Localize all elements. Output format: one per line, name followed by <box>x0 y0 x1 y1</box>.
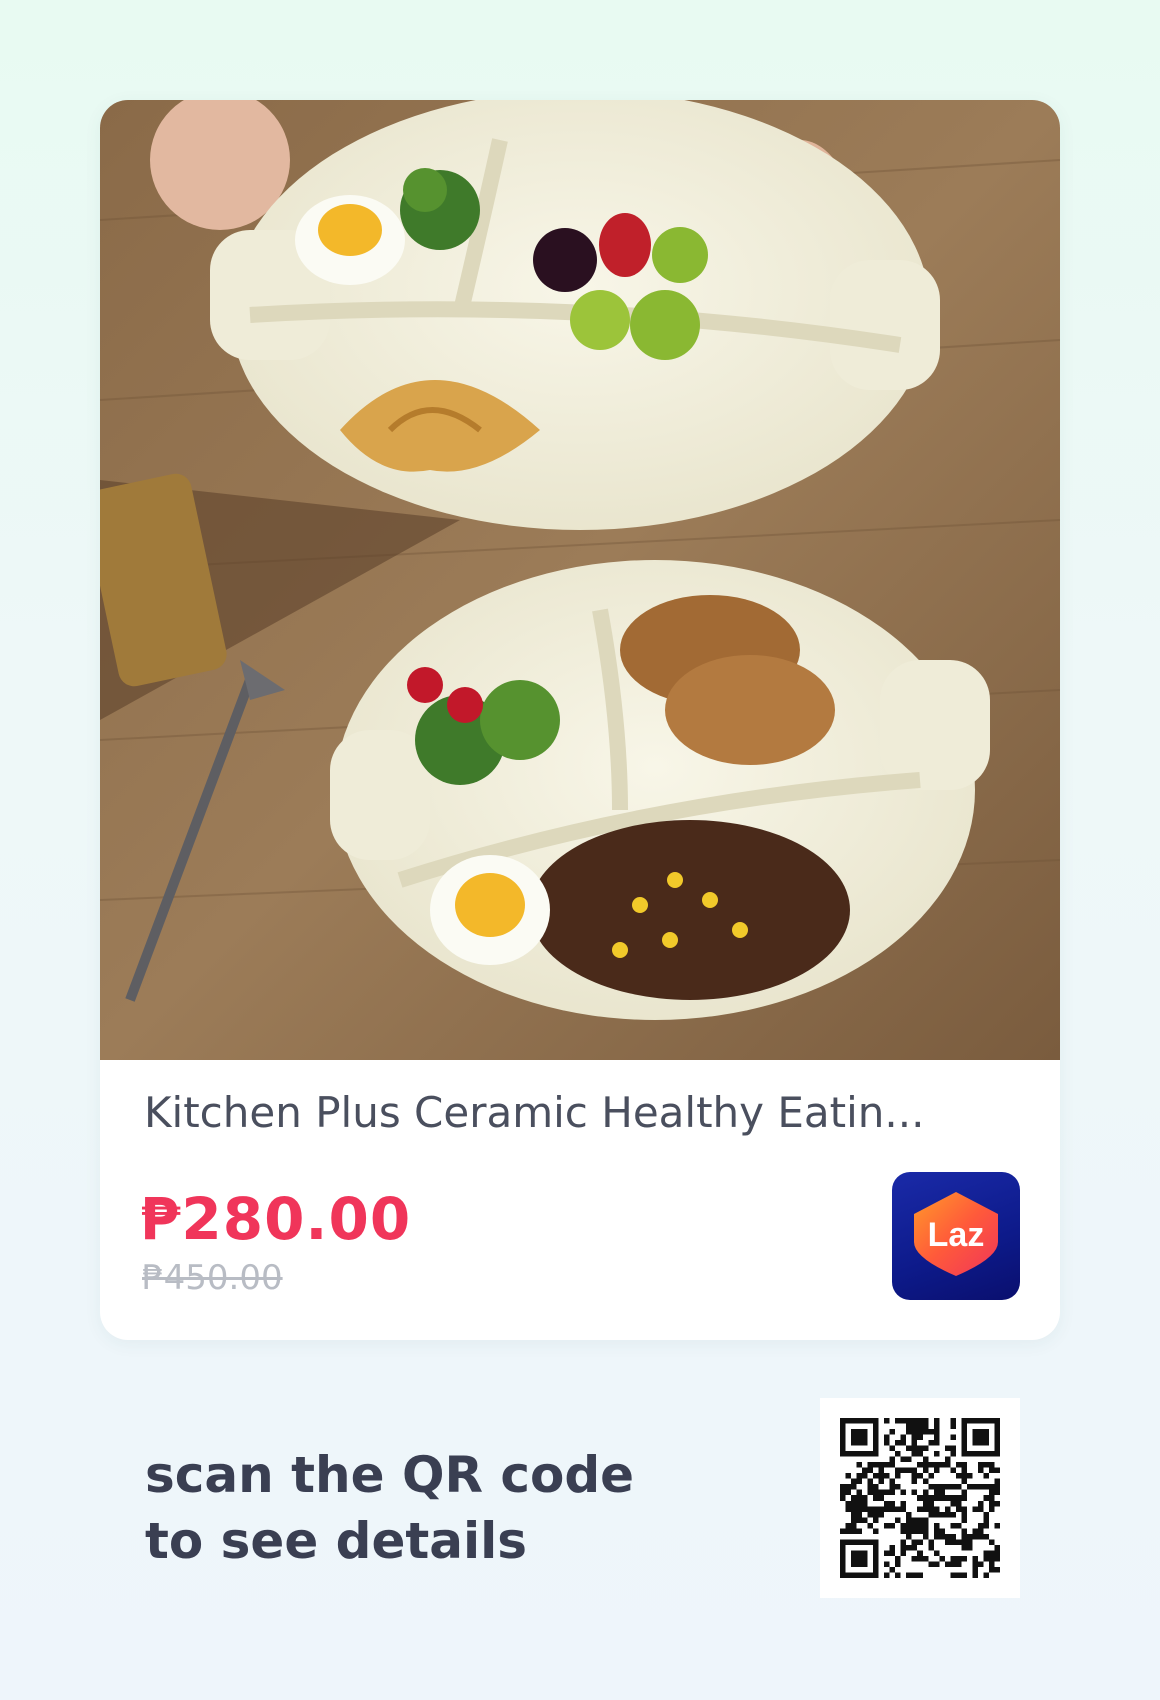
cta-line-1: scan the QR code <box>145 1446 635 1504</box>
product-price: ₱280.00 <box>140 1185 412 1253</box>
scan-instructions: scan the QR code to see details <box>145 1442 634 1574</box>
cta-line-2: to see details <box>145 1512 528 1570</box>
lazada-logo-text: Laz <box>927 1216 985 1254</box>
product-title[interactable]: Kitchen Plus Ceramic Healthy Eatin... <box>144 1088 1024 1137</box>
product-card[interactable]: Kitchen Plus Ceramic Healthy Eatin... ₱2… <box>100 100 1060 1340</box>
lazada-logo-icon[interactable]: Laz <box>892 1172 1020 1300</box>
product-image <box>100 100 1060 1060</box>
qr-code[interactable] <box>820 1398 1020 1598</box>
qr-code-icon <box>840 1418 1000 1578</box>
original-price: ₱450.00 <box>142 1258 283 1298</box>
